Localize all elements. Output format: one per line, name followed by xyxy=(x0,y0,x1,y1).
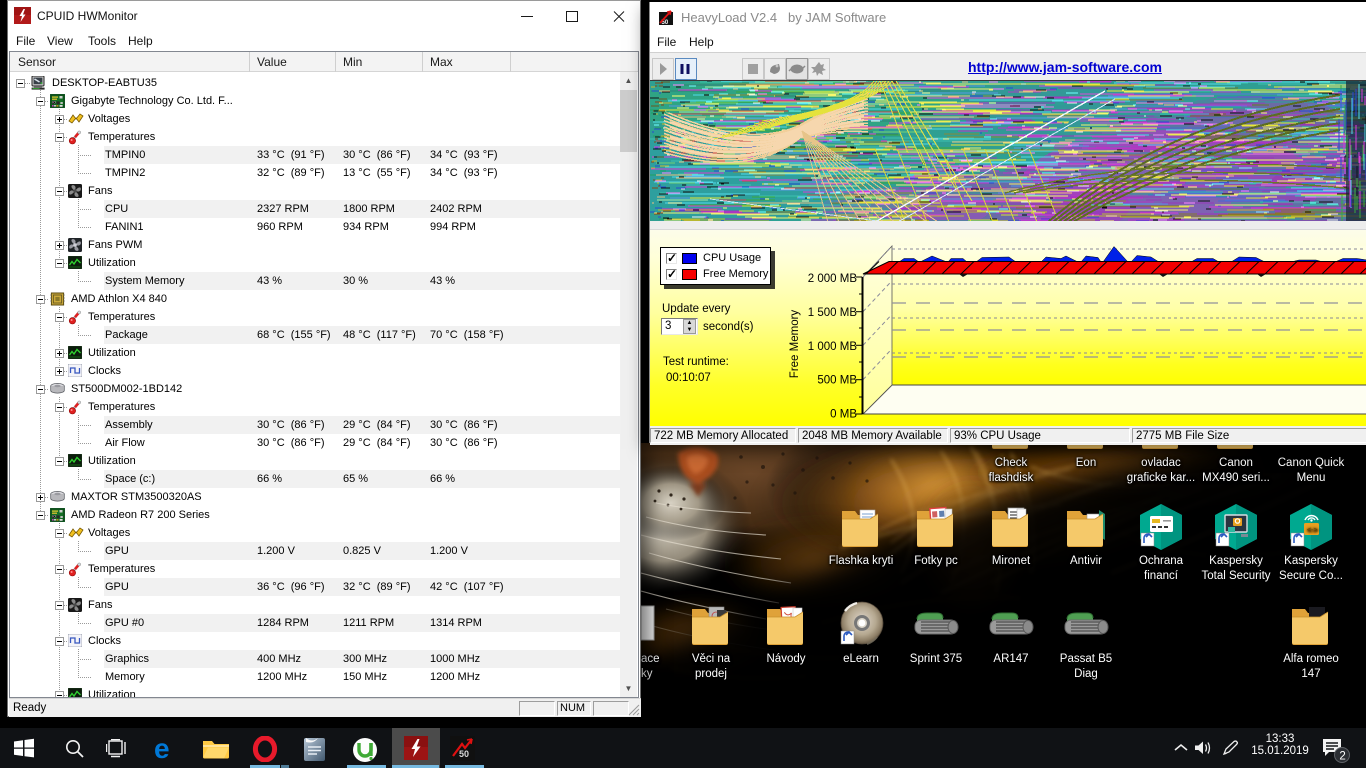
svg-text:50: 50 xyxy=(459,749,469,759)
svg-text:1 000 MB: 1 000 MB xyxy=(808,341,858,353)
svg-text:500 MB: 500 MB xyxy=(817,375,857,387)
svg-text:e: e xyxy=(154,735,170,763)
svg-text:1 500 MB: 1 500 MB xyxy=(808,307,858,319)
svg-text:IO: IO xyxy=(52,101,56,105)
svg-text:<->: <-> xyxy=(1307,527,1318,534)
svg-text:0 MB: 0 MB xyxy=(830,409,857,421)
svg-text:2 000 MB: 2 000 MB xyxy=(808,273,858,285)
svg-text:Free Memory: Free Memory xyxy=(789,310,801,379)
svg-text:IO: IO xyxy=(52,515,56,519)
svg-text:2: 2 xyxy=(1339,751,1345,763)
